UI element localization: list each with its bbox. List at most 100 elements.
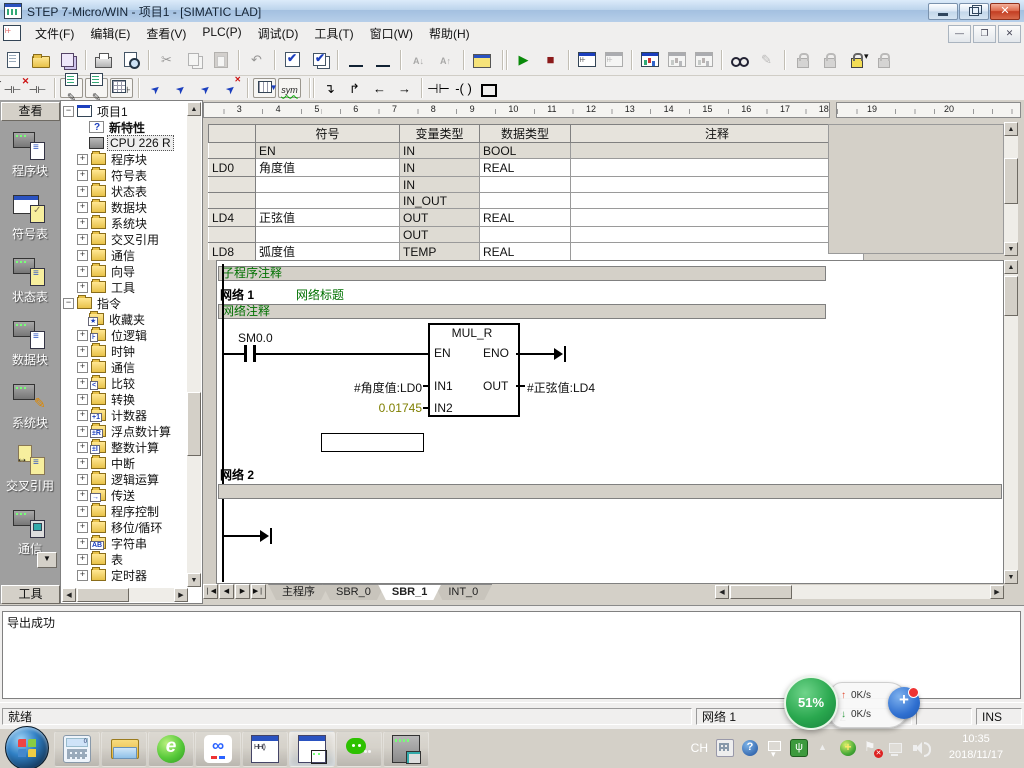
- tree-expander[interactable]: +: [77, 442, 88, 453]
- tree-expander[interactable]: +: [77, 474, 88, 485]
- table-cell[interactable]: EN: [256, 143, 400, 159]
- symbol-table-toggle-button[interactable]: [253, 78, 276, 98]
- table-cell[interactable]: [480, 227, 571, 243]
- compile-all-button[interactable]: [307, 48, 332, 72]
- bookmark-toggle-button[interactable]: [144, 78, 167, 98]
- ladder-horizontal-scrollbar[interactable]: ◀ ▶: [715, 585, 1004, 599]
- menu-item-3[interactable]: PLC(P): [194, 22, 249, 45]
- tree-expander[interactable]: +: [77, 234, 88, 245]
- table-vertical-scrollbar[interactable]: ▲ ▼: [1004, 122, 1018, 256]
- tree-expander[interactable]: +: [77, 522, 88, 533]
- tree-item-新特性[interactable]: 新特性: [61, 119, 187, 135]
- tree-item-传送[interactable]: +→传送: [61, 487, 187, 503]
- scroll-right-arrow[interactable]: ▶: [990, 585, 1004, 599]
- tree-item-程序块[interactable]: +程序块: [61, 151, 187, 167]
- tree-item-符号表[interactable]: +符号表: [61, 167, 187, 183]
- tree-item-位逻辑[interactable]: +⊦位逻辑: [61, 327, 187, 343]
- tree-expander[interactable]: +: [77, 538, 88, 549]
- tree-item-比较[interactable]: +<比较: [61, 375, 187, 391]
- table-cell[interactable]: OUT: [400, 227, 480, 243]
- table-cell[interactable]: LD4: [209, 209, 256, 227]
- tab-INT_0[interactable]: INT_0: [434, 584, 492, 600]
- out-operand[interactable]: #正弦值:LD4: [527, 379, 595, 396]
- viewbar-item-通信[interactable]: 通信: [0, 508, 60, 557]
- ladder-canvas[interactable]: 子程序注释 网络 1 网络标题 网络注释 SM0.0 MUL_R EN ENO …: [216, 260, 1004, 584]
- tree-expander[interactable]: −: [63, 106, 74, 117]
- password-lock-button[interactable]: [844, 48, 869, 72]
- tree-scroll-thumb[interactable]: [187, 392, 201, 456]
- table-cell[interactable]: REAL: [480, 243, 571, 261]
- tree-expander[interactable]: −: [63, 298, 74, 309]
- tree-expander[interactable]: +: [77, 362, 88, 373]
- tree-hscroll-thumb[interactable]: [77, 588, 129, 602]
- selection-cursor[interactable]: [321, 433, 424, 452]
- tab-SBR_0[interactable]: SBR_0: [322, 584, 385, 600]
- tree-expander[interactable]: +: [77, 266, 88, 277]
- in2-operand[interactable]: 0.01745: [264, 401, 422, 415]
- first-tab-button[interactable]: ❘◀: [203, 584, 218, 599]
- taskbar-calculator[interactable]: [54, 731, 100, 767]
- viewbar-item-数据块[interactable]: 数据块: [0, 319, 60, 368]
- tree-expander[interactable]: +: [77, 330, 88, 341]
- taskbar-step7-microwin[interactable]: [242, 731, 288, 767]
- options-button[interactable]: [469, 48, 494, 72]
- tree-item-浮点数计算[interactable]: +±R浮点数计算: [61, 423, 187, 439]
- line-left-button[interactable]: ←: [368, 78, 391, 98]
- scroll-up-arrow[interactable]: ▲: [1004, 122, 1018, 136]
- scroll-left-arrow[interactable]: ◀: [715, 585, 729, 599]
- tree-item-转换[interactable]: +转换: [61, 391, 187, 407]
- bookmark-previous-button[interactable]: [194, 78, 217, 98]
- accelerator-ball-icon[interactable]: [888, 687, 920, 719]
- table-cell[interactable]: [209, 227, 256, 243]
- viewbar-item-状态表[interactable]: 状态表: [0, 256, 60, 305]
- tree-horizontal-scrollbar[interactable]: ◀ ▶: [62, 588, 188, 602]
- viewbar-item-符号表[interactable]: 符号表: [0, 193, 60, 242]
- table-cell[interactable]: IN_OUT: [400, 193, 480, 209]
- table-cell[interactable]: [209, 193, 256, 209]
- run-mode-button[interactable]: ▶: [511, 48, 536, 72]
- taskbar-wechat[interactable]: [336, 731, 382, 767]
- mdi-minimize-button[interactable]: —: [948, 25, 971, 43]
- tray-keyboard-icon[interactable]: [716, 739, 734, 757]
- tree-item-计数器[interactable]: ++1计数器: [61, 407, 187, 423]
- line-right-button[interactable]: →: [393, 78, 416, 98]
- ladder-vertical-scrollbar[interactable]: ▲ ▼: [1004, 260, 1018, 584]
- mdi-close-button[interactable]: ✕: [998, 25, 1021, 43]
- tree-expander[interactable]: +: [77, 346, 88, 357]
- compile-button[interactable]: [280, 48, 305, 72]
- tree-expander[interactable]: +: [77, 378, 88, 389]
- insert-contact-button[interactable]: ⊣⊢: [427, 78, 450, 98]
- taskbar-browser-360[interactable]: [148, 731, 194, 767]
- scroll-up-arrow[interactable]: ▲: [187, 102, 201, 116]
- table-cell[interactable]: [480, 193, 571, 209]
- save-all-button[interactable]: [55, 48, 80, 72]
- table-cell[interactable]: [571, 143, 864, 159]
- tray-help-icon[interactable]: [742, 740, 758, 756]
- tray-volume-icon[interactable]: [912, 740, 928, 756]
- new-file-button[interactable]: [1, 48, 26, 72]
- upload-button[interactable]: [343, 48, 368, 72]
- table-cell[interactable]: REAL: [480, 209, 571, 227]
- menu-item-1[interactable]: 编辑(E): [82, 22, 138, 45]
- table-cell[interactable]: [256, 193, 400, 209]
- view-symbol-info-button[interactable]: [85, 78, 108, 98]
- bookmark-clear-button[interactable]: [219, 78, 242, 98]
- tree-expander[interactable]: +: [77, 218, 88, 229]
- table-cell[interactable]: [571, 193, 864, 209]
- network2-comment[interactable]: [218, 484, 1002, 499]
- tray-show-hidden-icon[interactable]: [816, 740, 832, 756]
- tree-expander[interactable]: +: [77, 154, 88, 165]
- open-file-button[interactable]: [28, 48, 53, 72]
- view-bar-more-button[interactable]: ▼: [37, 552, 57, 568]
- table-cell[interactable]: [256, 227, 400, 243]
- viewbar-item-程序块[interactable]: 程序块: [0, 130, 60, 179]
- table-cell[interactable]: IN: [400, 143, 480, 159]
- table-cell[interactable]: 角度值: [256, 159, 400, 177]
- table-cell[interactable]: [571, 177, 864, 193]
- tray-action-center-icon[interactable]: [864, 740, 880, 756]
- start-button[interactable]: [5, 726, 49, 768]
- taskbar-windows-explorer[interactable]: [101, 731, 147, 767]
- tree-vertical-scrollbar[interactable]: ▲ ▼: [187, 102, 201, 587]
- tree-item-中断[interactable]: +中断: [61, 455, 187, 471]
- table-cell[interactable]: IN: [400, 177, 480, 193]
